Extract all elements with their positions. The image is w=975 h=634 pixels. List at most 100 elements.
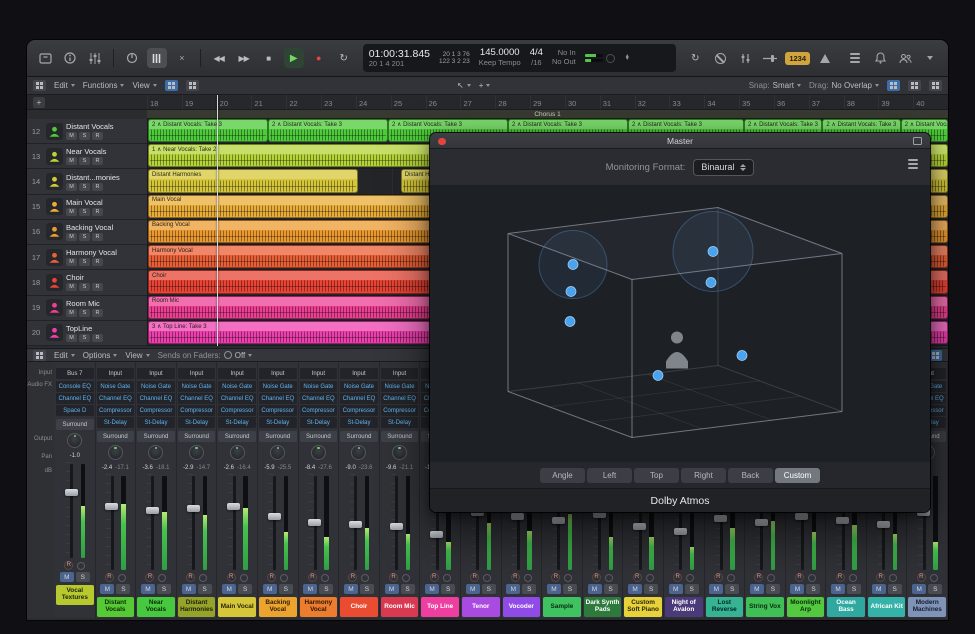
track-m-button[interactable]: M <box>66 183 77 191</box>
strip-name-tag[interactable]: Sample <box>543 597 581 617</box>
lcd-signature[interactable]: 4/4 /16 <box>530 48 543 68</box>
audio-object-sphere[interactable] <box>565 317 575 327</box>
ruler-number[interactable]: 25 <box>391 95 426 109</box>
fx-slot[interactable]: Channel EQ <box>137 393 175 404</box>
solo-button[interactable]: S <box>76 572 90 582</box>
track-header[interactable]: 17Harmony VocalMSR <box>27 245 147 270</box>
solo-button[interactable]: S <box>401 584 415 594</box>
mixer-toggle-icon[interactable] <box>85 48 105 68</box>
fx-slot[interactable]: Noise Gate <box>218 381 256 392</box>
track-m-button[interactable]: M <box>66 258 77 266</box>
track-r-button[interactable]: R <box>92 258 103 266</box>
fx-slot[interactable]: St-Delay <box>381 417 419 428</box>
mute-button[interactable]: M <box>141 584 155 594</box>
atmos-view-left-button[interactable]: Left <box>587 468 632 483</box>
mute-button[interactable]: M <box>303 584 317 594</box>
fx-slot[interactable]: Channel EQ <box>381 393 419 404</box>
mute-button[interactable]: M <box>588 584 602 594</box>
fx-slot[interactable]: Noise Gate <box>259 381 297 392</box>
ruler-number[interactable]: 32 <box>635 95 670 109</box>
zoom-v-icon[interactable] <box>929 80 942 91</box>
track-s-button[interactable]: S <box>79 183 90 191</box>
track-s-button[interactable]: S <box>79 309 90 317</box>
fx-slot[interactable]: Channel EQ <box>259 393 297 404</box>
input-monitor-button[interactable] <box>280 574 288 582</box>
strip-name-tag[interactable]: Night of Avalon <box>665 597 703 617</box>
ruler-number[interactable]: 33 <box>669 95 704 109</box>
mute-button[interactable]: M <box>669 584 683 594</box>
record-enable-button[interactable]: R <box>470 573 479 582</box>
solo-button[interactable]: S <box>522 584 536 594</box>
atmos-view-top-button[interactable]: Top <box>634 468 679 483</box>
tuner-icon[interactable] <box>735 48 755 68</box>
track-header[interactable]: 19Room MicMSR <box>27 296 147 321</box>
mute-button[interactable]: M <box>182 584 196 594</box>
fx-slot[interactable]: St-Delay <box>137 417 175 428</box>
input-monitor-button[interactable] <box>158 574 166 582</box>
record-enable-button[interactable]: R <box>917 573 926 582</box>
fx-slot[interactable]: Noise Gate <box>137 381 175 392</box>
volume-fader[interactable] <box>340 474 378 572</box>
input-slot[interactable]: Input <box>218 368 256 379</box>
record-enable-button[interactable]: R <box>389 573 398 582</box>
strip-name-tag[interactable]: Backing Vocal <box>259 597 297 617</box>
strip-name-tag[interactable]: Near Vocals <box>137 597 175 617</box>
input-monitor-button[interactable] <box>808 574 816 582</box>
input-monitor-button[interactable] <box>767 574 775 582</box>
input-slot[interactable]: Input <box>340 368 378 379</box>
record-enable-button[interactable]: R <box>714 573 723 582</box>
output-slot[interactable]: Surround <box>259 431 297 442</box>
zoom-h-icon[interactable] <box>908 80 921 91</box>
output-slot[interactable]: Surround <box>300 431 338 442</box>
replace-mode-icon[interactable]: ↻ <box>685 48 705 68</box>
record-enable-button[interactable]: R <box>633 573 642 582</box>
fx-slot[interactable]: Noise Gate <box>178 381 216 392</box>
fader-thumb[interactable] <box>268 513 281 520</box>
window-link-icon[interactable] <box>913 137 922 145</box>
plugin-title-bar[interactable]: Master <box>430 133 930 149</box>
strip-name-tag[interactable]: Vocoder <box>503 597 541 617</box>
smart-controls-icon[interactable] <box>122 48 142 68</box>
fader-thumb[interactable] <box>552 517 565 524</box>
input-monitor-button[interactable] <box>849 574 857 582</box>
track-s-button[interactable]: S <box>79 233 90 241</box>
mute-button[interactable]: M <box>750 584 764 594</box>
solo-button[interactable]: S <box>482 584 496 594</box>
track-s-button[interactable]: S <box>79 208 90 216</box>
fx-slot[interactable]: Noise Gate <box>300 381 338 392</box>
track-header[interactable]: 14Distant...moniesMSR <box>27 169 147 194</box>
mute-button[interactable]: M <box>466 584 480 594</box>
fader-thumb[interactable] <box>836 517 849 524</box>
track-stack-icon[interactable] <box>186 80 199 91</box>
track-header[interactable]: 15Main VocalMSR <box>27 195 147 220</box>
track-m-button[interactable]: M <box>66 283 77 291</box>
track-header[interactable]: 13Near VocalsMSR <box>27 144 147 169</box>
strip-name-tag[interactable]: Moonlight Arp <box>787 597 825 617</box>
surround-pan-knob[interactable] <box>300 443 338 461</box>
fx-slot[interactable]: Compressor <box>97 405 135 416</box>
record-enable-button[interactable]: R <box>795 573 804 582</box>
track-m-button[interactable]: M <box>66 309 77 317</box>
channel-strip[interactable]: InputNoise GateChannel EQCompressorSt-De… <box>339 362 380 618</box>
solo-button[interactable]: S <box>766 584 780 594</box>
strip-name-tag[interactable]: Choir <box>340 597 378 617</box>
track-m-button[interactable]: M <box>66 334 77 342</box>
input-slot[interactable]: Bus 7 <box>56 368 94 379</box>
fader-thumb[interactable] <box>227 503 240 510</box>
mixer-options-menu[interactable]: Options <box>83 351 118 360</box>
fader-thumb[interactable] <box>877 521 890 528</box>
track-s-button[interactable]: S <box>79 132 90 140</box>
edit-menu[interactable]: Edit <box>54 81 75 90</box>
solo-button[interactable]: S <box>360 584 374 594</box>
mute-button[interactable]: M <box>222 584 236 594</box>
audio-region[interactable]: 2 ∧ Distant Vocals: Take 3 <box>148 119 268 142</box>
output-slot[interactable]: Surround <box>97 431 135 442</box>
record-enable-button[interactable]: R <box>145 573 154 582</box>
audio-object-sphere[interactable] <box>708 247 718 257</box>
preset-list-icon[interactable] <box>908 163 918 165</box>
mute-button[interactable]: M <box>790 584 804 594</box>
input-slot[interactable]: Input <box>259 368 297 379</box>
ruler-number[interactable]: 21 <box>251 95 286 109</box>
strip-name-tag[interactable]: African Kit <box>868 597 906 617</box>
fader-thumb[interactable] <box>390 523 403 530</box>
